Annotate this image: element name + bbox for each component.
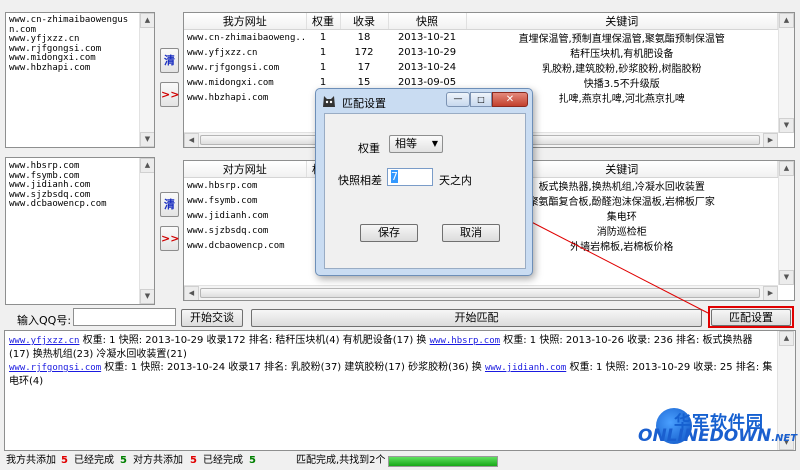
move-their-list-button[interactable]: >>	[160, 226, 179, 251]
their-done-count: 5	[249, 455, 256, 466]
qq-label: 输入QQ号:	[17, 314, 72, 327]
weight-label: 权重	[358, 142, 380, 155]
cancel-button[interactable]: 取消	[442, 224, 500, 242]
cell-url: www.rjfgongsi.com	[187, 62, 280, 73]
cell-url: www.cn-zhimaibaoweng...	[187, 32, 306, 43]
column-header-snapshot[interactable]: 快照	[388, 13, 467, 30]
log-link[interactable]: www.yfjxzz.cn	[9, 336, 79, 346]
cell-keywords: 直埋保温管,预制直埋保温管,聚氨酯预制保温管	[518, 34, 725, 45]
snapshot-diff-input[interactable]: 7	[387, 168, 433, 186]
scroll-up-arrow-icon[interactable]: ▲	[140, 158, 154, 173]
column-header-weight[interactable]: 权重	[306, 13, 341, 30]
cell-snapshot: 2013-10-21	[397, 32, 457, 43]
progress-bar	[388, 456, 498, 467]
table-horizontal-scrollbar[interactable]: ◀ ▶	[184, 285, 778, 300]
scroll-down-arrow-icon[interactable]: ▼	[140, 132, 154, 147]
snapshot-diff-label: 快照相差	[338, 174, 382, 187]
our-done-count: 5	[120, 455, 127, 466]
scroll-down-arrow-icon[interactable]: ▼	[140, 289, 154, 304]
cell-index: 17	[357, 62, 371, 73]
list-item[interactable]: www.hbzhapi.com	[9, 63, 138, 74]
dialog-title: 匹配设置	[342, 97, 386, 110]
scroll-right-arrow-icon[interactable]: ▶	[763, 133, 778, 147]
scroll-down-arrow-icon[interactable]: ▼	[779, 118, 794, 133]
cell-url: www.dcbaowencp.com	[187, 240, 285, 251]
cell-url: www.yfjxzz.cn	[187, 47, 258, 58]
scroll-down-arrow-icon[interactable]: ▼	[779, 270, 794, 285]
clear-our-list-button[interactable]: 清	[160, 48, 179, 73]
table-vertical-scrollbar[interactable]: ▲ ▼	[778, 13, 794, 133]
cell-index: 172	[354, 47, 374, 58]
save-button[interactable]: 保存	[360, 224, 418, 242]
their-url-list[interactable]: www.hbsrp.com www.fsymb.com www.jidianh.co…	[5, 157, 155, 305]
qq-input[interactable]	[73, 308, 176, 326]
scroll-up-arrow-icon[interactable]: ▲	[140, 13, 154, 28]
table-row[interactable]: www.rjfgongsi.com 1 17 2013-10-24 乳胶粉,建筑胶粉,砂…	[184, 60, 778, 75]
cell-url: www.hbzhapi.com	[187, 92, 269, 103]
their-added-count: 5	[190, 455, 197, 466]
cell-weight: 1	[319, 47, 327, 58]
cell-url: www.jidianh.com	[187, 210, 269, 221]
cell-index: 18	[357, 32, 371, 43]
list-item[interactable]: www.cn-zhimaibaowengusn.com	[9, 15, 138, 35]
table-vertical-scrollbar[interactable]: ▲ ▼	[778, 161, 794, 285]
cell-snapshot: 2013-10-29	[397, 47, 457, 58]
close-button[interactable]: ✕	[492, 92, 528, 107]
dropdown-arrow-icon: ▼	[431, 139, 438, 148]
maximize-icon: □	[477, 95, 485, 104]
cell-weight: 1	[319, 32, 327, 43]
maximize-button[interactable]: □	[470, 92, 492, 107]
scroll-up-arrow-icon[interactable]: ▲	[779, 13, 794, 28]
list-item[interactable]: www.dcbaowencp.com	[9, 200, 138, 210]
scroll-left-arrow-icon[interactable]: ◀	[184, 286, 199, 300]
scroll-up-arrow-icon[interactable]: ▲	[779, 331, 794, 346]
scroll-up-arrow-icon[interactable]: ▲	[779, 161, 794, 176]
our-list-scrollbar[interactable]: ▲ ▼	[139, 13, 154, 147]
onlinedown-watermark-logo: 华军软件园 ONLINEDOWN.NET	[618, 392, 798, 452]
minimize-icon: —	[453, 94, 463, 104]
column-header-index[interactable]: 收录	[340, 13, 389, 30]
cell-url: www.fsymb.com	[187, 195, 258, 206]
cell-url: www.hbsrp.com	[187, 180, 258, 191]
log-link[interactable]: www.rjfgongsi.com	[9, 363, 101, 373]
start-chat-button[interactable]: 开始交谈	[181, 309, 243, 327]
column-header-keywords[interactable]: 关键词	[466, 13, 778, 30]
cell-keywords: 秸秆压块机,有机肥设备	[570, 49, 674, 60]
status-message: 匹配完成,共找到2个	[296, 455, 386, 466]
log-link[interactable]: www.jidianh.com	[485, 363, 566, 373]
cell-url: www.sjzbsdq.com	[187, 225, 269, 236]
app-cat-icon	[322, 94, 336, 108]
scroll-left-arrow-icon[interactable]: ◀	[184, 133, 199, 147]
status-bar: 我方共添加 5 已经完成 5 对方共添加 5 已经完成 5 匹配完成,共找到2个	[0, 452, 800, 470]
cell-keywords: 乳胶粉,建筑胶粉,砂浆胶粉,树脂胶粉	[541, 64, 702, 75]
cell-weight: 1	[319, 62, 327, 73]
our-added-count: 5	[61, 455, 68, 466]
days-label: 天之内	[439, 174, 472, 187]
scroll-thumb[interactable]	[200, 288, 760, 298]
table-row[interactable]: www.cn-zhimaibaoweng... 1 18 2013-10-21 直埋保温…	[184, 30, 778, 45]
table-row[interactable]: www.yfjxzz.cn 1 172 2013-10-29 秸秆压块机,有机肥设备	[184, 45, 778, 60]
close-icon: ✕	[505, 94, 515, 105]
match-settings-button[interactable]: 匹配设置	[711, 309, 791, 326]
log-entry: www.rjfgongsi.com 权重: 1 快照: 2013-10-24 收…	[9, 362, 773, 387]
weight-select[interactable]: 相等 ▼	[389, 135, 443, 153]
clear-their-list-button[interactable]: 清	[160, 192, 179, 217]
cell-url: www.midongxi.com	[187, 77, 274, 88]
scroll-right-arrow-icon[interactable]: ▶	[763, 286, 778, 300]
column-header-url[interactable]: 对方网址	[184, 161, 307, 178]
log-entry: www.yfjxzz.cn 权重: 1 快照: 2013-10-29 收录172…	[9, 335, 753, 360]
match-settings-dialog: 匹配设置 — □ ✕ 权重 相等 ▼ 快照相差 7 天之内 保存 取消	[315, 88, 533, 276]
minimize-button[interactable]: —	[446, 92, 470, 107]
our-url-list[interactable]: www.cn-zhimaibaowengusn.com www.yfjxzz.cn…	[5, 12, 155, 148]
log-link[interactable]: www.hbsrp.com	[430, 336, 500, 346]
move-our-list-button[interactable]: >>	[160, 82, 179, 107]
start-match-button[interactable]: 开始匹配	[251, 309, 702, 327]
their-list-scrollbar[interactable]: ▲ ▼	[139, 158, 154, 304]
cell-snapshot: 2013-10-24	[397, 62, 457, 73]
column-header-url[interactable]: 我方网址	[184, 13, 307, 30]
